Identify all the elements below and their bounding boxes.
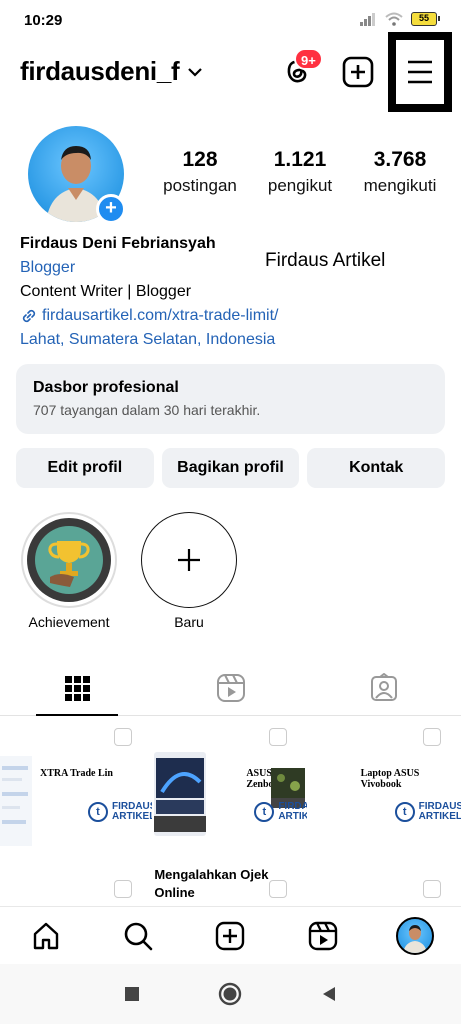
highlight-achievement[interactable]: Achievement xyxy=(20,512,118,630)
stat-followers-value: 1.121 xyxy=(273,148,327,171)
brand-line-2: ARTIKEL xyxy=(112,811,153,822)
tagged-person-icon xyxy=(371,672,398,701)
status-icons: 55 xyxy=(359,12,440,26)
highlight-label: Achievement xyxy=(28,614,110,630)
add-story-icon[interactable]: + xyxy=(96,194,126,224)
brand-logo-icon: t xyxy=(254,802,275,822)
post-thumbnail[interactable]: ASUS Zenbool t FIRDAU ARTIKE xyxy=(154,716,307,866)
brand-line-2: ARTIKEL xyxy=(418,811,461,822)
post-brand: t FIRDAU ARTIKE xyxy=(254,802,307,822)
profile-avatar-small xyxy=(395,916,434,955)
post-title: Laptop ASUS Vivobook xyxy=(360,768,420,790)
system-navigation xyxy=(0,964,461,1024)
select-checkbox[interactable] xyxy=(268,728,287,746)
bottom-navigation xyxy=(0,906,461,964)
stat-posts[interactable]: 128 postingan xyxy=(150,148,250,196)
home-circle-icon[interactable] xyxy=(218,982,242,1006)
select-checkbox[interactable] xyxy=(422,880,441,898)
tab-tagged[interactable] xyxy=(307,660,461,715)
highlight-label: Baru xyxy=(174,614,204,630)
new-highlight-ring xyxy=(141,512,237,608)
post-thumbnail[interactable] xyxy=(0,868,153,906)
stat-posts-label: postingan xyxy=(163,176,237,195)
profile-link-text: firdausartikel.com/xtra-trade-limit/ xyxy=(42,307,279,324)
profile-tabs xyxy=(0,660,461,716)
highlight-new[interactable]: Baru xyxy=(140,512,238,630)
grid-icon xyxy=(64,675,90,701)
chevron-down-icon xyxy=(188,67,203,77)
post-thumbnail[interactable]: Laptop ASUS Vivobook t FIRDAUS ARTIKEL xyxy=(308,716,461,866)
select-checkbox[interactable] xyxy=(422,728,441,746)
tab-posts-grid[interactable] xyxy=(0,660,154,716)
laptop-image-icon xyxy=(154,752,207,836)
back-icon[interactable] xyxy=(320,985,338,1003)
stat-posts-value: 128 xyxy=(182,148,218,171)
post-screenshot-icon xyxy=(0,756,32,846)
brand-logo-icon: t xyxy=(394,802,415,822)
status-time: 10:29 xyxy=(24,12,63,29)
nav-search[interactable] xyxy=(118,916,158,956)
highlight-cover xyxy=(27,518,111,602)
post-caption: Pengkolan Mengalahkan Ojek Online xyxy=(154,868,269,900)
battery-indicator: 55 xyxy=(411,12,440,26)
create-icon xyxy=(216,921,245,950)
stat-following[interactable]: 3.768 mengikuti xyxy=(350,148,450,196)
brand-line-2: ARTIKE xyxy=(278,811,307,822)
profile-name: Firdaus Deni Febriansyah xyxy=(20,235,216,252)
wifi-icon xyxy=(385,12,403,26)
profile-bio-text: Content Writer | Blogger xyxy=(20,283,192,300)
post-brand: t FIRDAUS ARTIKEL xyxy=(88,802,152,822)
profile-category[interactable]: Blogger xyxy=(20,256,450,280)
dashboard-title: Dasbor profesional xyxy=(33,379,179,396)
username-switcher[interactable]: firdausdeni_f xyxy=(20,56,203,87)
nav-home[interactable] xyxy=(26,916,66,956)
select-checkbox[interactable] xyxy=(114,728,133,746)
home-icon xyxy=(33,922,59,949)
profile-link[interactable]: firdausartikel.com/xtra-trade-limit/ xyxy=(20,304,450,328)
dashboard-subtitle: 707 tayangan dalam 30 hari terakhir. xyxy=(33,402,261,418)
recent-apps-icon[interactable] xyxy=(124,986,140,1002)
select-checkbox[interactable] xyxy=(114,880,133,898)
profile-stats: 128 postingan 1.121 pengikut 3.768 mengi… xyxy=(150,148,450,196)
nav-profile[interactable] xyxy=(395,916,435,956)
plus-icon xyxy=(178,549,200,571)
page-name-label: Firdaus Artikel xyxy=(265,250,386,271)
stat-followers[interactable]: 1.121 pengikut xyxy=(250,148,350,196)
avatar-photo-icon xyxy=(402,924,427,953)
stat-following-label: mengikuti xyxy=(363,176,437,195)
reels-icon xyxy=(308,921,337,950)
stat-followers-label: pengikut xyxy=(267,176,333,195)
post-brand: t FIRDAUS ARTIKEL xyxy=(394,802,461,822)
highlight-ring xyxy=(21,512,117,608)
edit-profile-button[interactable]: Edit profil xyxy=(16,448,154,488)
reels-icon xyxy=(216,673,245,702)
hamburger-menu-icon xyxy=(408,60,432,84)
tab-reels[interactable] xyxy=(154,660,308,715)
profile-avatar[interactable]: + xyxy=(28,126,126,224)
profile-location[interactable]: Lahat, Sumatera Selatan, Indonesia xyxy=(20,328,450,352)
post-thumbnail[interactable]: Pengkolan Mengalahkan Ojek Online xyxy=(154,868,307,906)
nav-create[interactable] xyxy=(210,916,250,956)
contact-button[interactable]: Kontak xyxy=(307,448,446,488)
search-icon xyxy=(124,922,153,950)
professional-dashboard[interactable]: Dasbor profesional 707 tayangan dalam 30… xyxy=(16,364,445,434)
nav-reels[interactable] xyxy=(303,916,343,956)
notification-badge: 9+ xyxy=(294,48,323,70)
signal-icon xyxy=(360,13,375,26)
create-post-icon[interactable] xyxy=(342,56,374,88)
profile-bio: Firdaus Deni Febriansyah Blogger Content… xyxy=(20,232,450,352)
trophy-icon xyxy=(35,526,103,594)
post-thumbnail[interactable] xyxy=(308,868,461,906)
brand-logo-icon: t xyxy=(88,802,108,822)
stat-following-value: 3.768 xyxy=(373,148,427,171)
post-thumbnail[interactable]: XTRA Trade Lin t FIRDAUS ARTIKEL xyxy=(0,716,153,866)
profile-header: firdausdeni_f 9+ xyxy=(0,32,461,112)
link-icon xyxy=(22,309,36,323)
profile-actions: Edit profil Bagikan profil Kontak xyxy=(16,448,446,488)
username-label: firdausdeni_f xyxy=(20,56,180,86)
post-title: XTRA Trade Lin xyxy=(40,768,113,779)
share-profile-button[interactable]: Bagikan profil xyxy=(161,448,300,488)
posts-grid: XTRA Trade Lin t FIRDAUS ARTIKEL ASUS Ze… xyxy=(0,716,461,906)
menu-button[interactable] xyxy=(388,32,452,112)
